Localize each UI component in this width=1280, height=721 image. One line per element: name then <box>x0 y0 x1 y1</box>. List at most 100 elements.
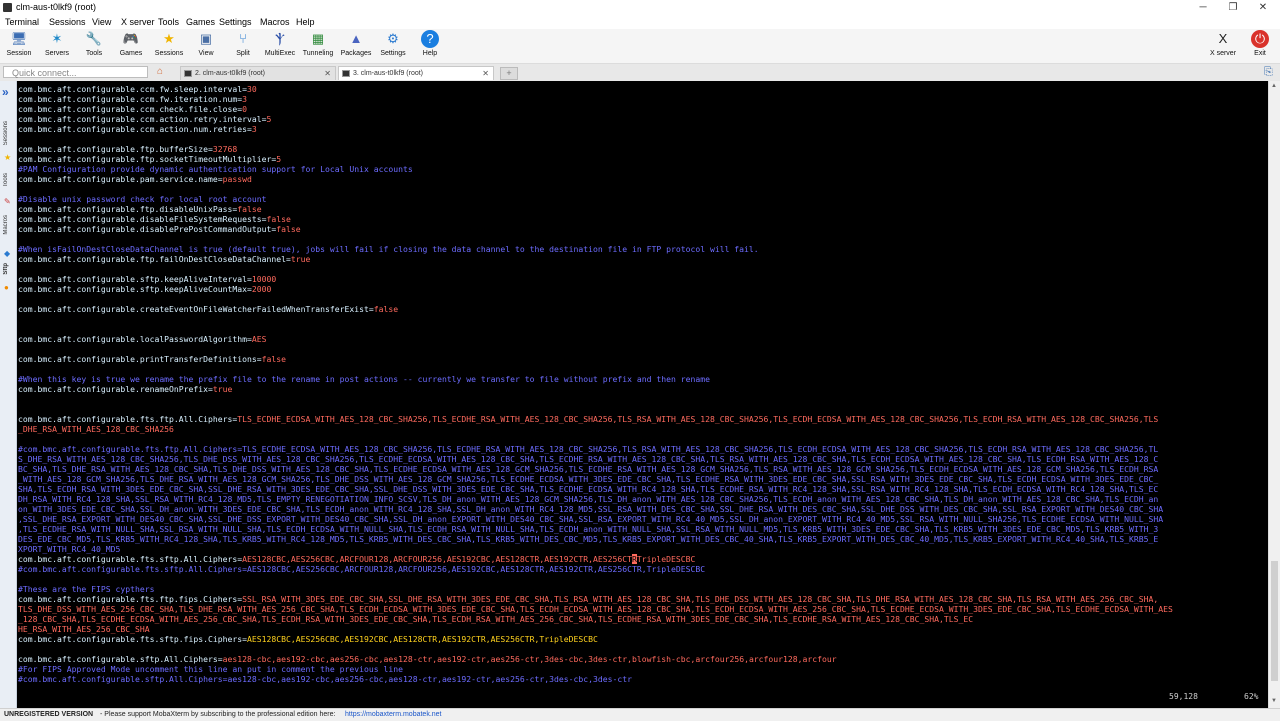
menu-settings[interactable]: Settings <box>219 15 252 29</box>
star-icon: ★ <box>4 153 12 162</box>
terminal-text: false <box>373 304 399 314</box>
menu-tools[interactable]: Tools <box>158 15 179 29</box>
split-button[interactable]: ⑂ Split <box>226 30 260 57</box>
settings-button[interactable]: ⚙ Settings <box>376 30 410 57</box>
tunneling-button[interactable]: ▦ Tunneling <box>300 30 336 57</box>
terminal-text: 5 <box>266 114 272 124</box>
sidebar-tab-tools[interactable]: Tools <box>3 173 9 187</box>
terminal-line: #These are the FIPS cypthers <box>18 584 154 594</box>
terminal-text: 10000 <box>251 274 277 284</box>
close-tab-icon[interactable]: ✕ <box>324 67 331 81</box>
scroll-down-icon[interactable]: ▼ <box>1271 698 1277 704</box>
terminal-line: com.bmc.aft.configurable.ccm.action.retr… <box>18 114 271 124</box>
gear-icon: ⚙ <box>387 31 399 46</box>
exit-label: Exit <box>1254 50 1266 57</box>
multiexec-button[interactable]: Ⲯ MultiExec <box>262 30 298 57</box>
terminal-text: com.bmc.aft.configurable.fts.ftp.fips.Ci… <box>18 594 243 604</box>
terminal-text: TripleDESCBC <box>636 554 696 564</box>
tab-session-3[interactable]: 3. clm-aus-t0lkf9 (root) ✕ <box>338 66 494 80</box>
menu-xserver[interactable]: X server <box>121 15 155 29</box>
paperclip-icon[interactable]: ⎘ <box>1264 66 1273 79</box>
terminal-text: #PAM Configuration provide dynamic authe… <box>18 164 413 174</box>
terminal-line: com.bmc.aft.configurable.fts.sftp.All.Ci… <box>18 554 695 564</box>
terminal-text: com.bmc.aft.configurable.sftp.keepAliveC… <box>18 284 252 294</box>
new-tab-button[interactable]: + <box>500 67 518 80</box>
servers-label: Servers <box>44 50 70 57</box>
terminal-line: S_DHE_RSA_WITH_AES_128_CBC_SHA256,TLS_DH… <box>18 454 1158 464</box>
games-button[interactable]: 🎮 Games <box>114 30 148 57</box>
terminal-text: com.bmc.aft.configurable.ccm.fw.sleep.in… <box>18 84 248 94</box>
close-tab-icon[interactable]: ✕ <box>482 67 489 81</box>
wrench-icon: ✎ <box>4 197 11 206</box>
tools-label: Tools <box>85 50 103 57</box>
terminal-line: XPORT_WITH_RC4_40_MD5 <box>18 544 120 554</box>
menu-view[interactable]: View <box>92 15 111 29</box>
sidebar-tab-sftp[interactable]: Sftp <box>3 263 9 275</box>
cursor-position: 59,128 <box>1169 692 1198 701</box>
terminal-line: com.bmc.aft.configurable.sftp.keepAliveI… <box>18 274 276 284</box>
sidebar-tab-sessions[interactable]: Sessions <box>3 121 9 145</box>
menu-sessions[interactable]: Sessions <box>49 15 86 29</box>
terminal-text: DES_EDE_CBC_MD5,TLS_KRB5_WITH_RC4_128_SH… <box>18 534 1159 544</box>
menu-terminal[interactable]: Terminal <box>5 15 39 29</box>
terminal-text: 3 <box>242 94 248 104</box>
terminal-line: com.bmc.aft.configurable.disablePrePostC… <box>18 224 301 234</box>
mobaxterm-link[interactable]: https://mobaxterm.mobatek.net <box>345 709 442 721</box>
quick-connect-input[interactable]: Quick connect... <box>3 66 148 78</box>
terminal-line: com.bmc.aft.configurable.printTransferDe… <box>18 354 286 364</box>
terminal-line: com.bmc.aft.configurable.ftp.failOnDestC… <box>18 254 310 264</box>
view-button[interactable]: ▣ View <box>189 30 223 57</box>
terminal-scrollbar[interactable]: ▲ ▼ <box>1268 81 1280 708</box>
menu-help[interactable]: Help <box>296 15 315 29</box>
terminal-text: S_DHE_RSA_WITH_AES_128_CBC_SHA256,TLS_DH… <box>18 454 1159 464</box>
terminal-line: com.bmc.aft.configurable.ftp.socketTimeo… <box>18 154 281 164</box>
tools-button[interactable]: 🔧 Tools <box>77 30 111 57</box>
sidebar-tab-macros[interactable]: Macros <box>3 215 9 235</box>
home-tab-icon[interactable]: ⌂ <box>152 66 168 78</box>
terminal-line: HE_RSA_WITH_AES_256_CBC_SHA <box>18 624 150 634</box>
view-label: View <box>198 50 214 57</box>
servers-button[interactable]: ✶ Servers <box>40 30 74 57</box>
terminal-text: false <box>237 204 262 214</box>
terminal-line: com.bmc.aft.configurable.sftp.keepAliveC… <box>18 284 271 294</box>
multiexec-icon: Ⲯ <box>275 31 285 46</box>
tab-label: 2. clm-aus-t0lkf9 (root) <box>195 70 266 77</box>
settings-label: Settings <box>380 50 406 57</box>
terminal-text: TLS_DHE_DSS_WITH_AES_256_CBC_SHA,TLS_DHE… <box>18 604 1173 614</box>
menu-games[interactable]: Games <box>186 15 215 29</box>
session-button[interactable]: 🖥 Session <box>2 30 36 57</box>
packages-button[interactable]: ▲ Packages <box>338 30 374 57</box>
packages-label: Packages <box>340 50 372 57</box>
terminal-line: com.bmc.aft.configurable.fts.ftp.fips.Ci… <box>18 594 1158 604</box>
menu-macros[interactable]: Macros <box>260 15 290 29</box>
xserver-button[interactable]: X X server <box>1206 30 1240 57</box>
scroll-up-icon[interactable]: ▲ <box>1271 83 1277 89</box>
terminal-text: aes128-cbc,aes192-cbc,aes256-cbc,aes128-… <box>222 654 837 664</box>
scroll-percent: 62% <box>1244 692 1259 701</box>
terminal-output[interactable]: 59,128 62% com.bmc.aft.configurable.ccm.… <box>17 81 1268 708</box>
terminal-text: TLS_ECDHE_ECDSA_WITH_AES_128_CBC_SHA256,… <box>237 414 1159 424</box>
exit-button[interactable]: ⏻ Exit <box>1243 30 1277 57</box>
view-icon: ▣ <box>199 31 213 46</box>
terminal-line: BC_SHA,TLS_DHE_RSA_WITH_AES_128_CBC_SHA,… <box>18 464 1158 474</box>
terminal-text: SHA,TLS_ECDH_RSA_WITH_3DES_EDE_CBC_SHA,S… <box>18 484 1159 494</box>
terminal-text: on_WITH_3DES_EDE_CBC_SHA,SSL_DH_anon_WIT… <box>18 504 1164 514</box>
terminal-line: #PAM Configuration provide dynamic authe… <box>18 164 413 174</box>
terminal-text: BC_SHA,TLS_DHE_RSA_WITH_AES_128_CBC_SHA,… <box>18 464 1159 474</box>
terminal-text: 32768 <box>212 144 238 154</box>
close-window-button[interactable]: ✕ <box>1248 0 1278 15</box>
main-toolbar: 🖥 Session ✶ Servers 🔧 Tools 🎮 Games ★ Session… <box>0 29 1280 64</box>
games-label: Games <box>119 50 143 57</box>
terminal-line: com.bmc.aft.configurable.localPasswordAl… <box>18 334 267 344</box>
terminal-line: #When this key is true we rename the pre… <box>18 374 710 384</box>
games-icon: 🎮 <box>122 31 140 46</box>
tab-session-2[interactable]: 2. clm-aus-t0lkf9 (root) ✕ <box>180 66 336 80</box>
maximize-button[interactable]: ❐ <box>1218 0 1248 15</box>
help-button[interactable]: ? Help <box>413 30 447 57</box>
minimize-button[interactable]: ─ <box>1188 0 1218 15</box>
expand-sidebar-icon[interactable]: » <box>2 85 9 99</box>
terminal-text: AES <box>251 334 267 344</box>
sessions-button[interactable]: ★ Sessions <box>152 30 186 57</box>
scroll-thumb[interactable] <box>1271 561 1278 681</box>
terminal-text: com.bmc.aft.configurable.ccm.action.num.… <box>18 124 252 134</box>
